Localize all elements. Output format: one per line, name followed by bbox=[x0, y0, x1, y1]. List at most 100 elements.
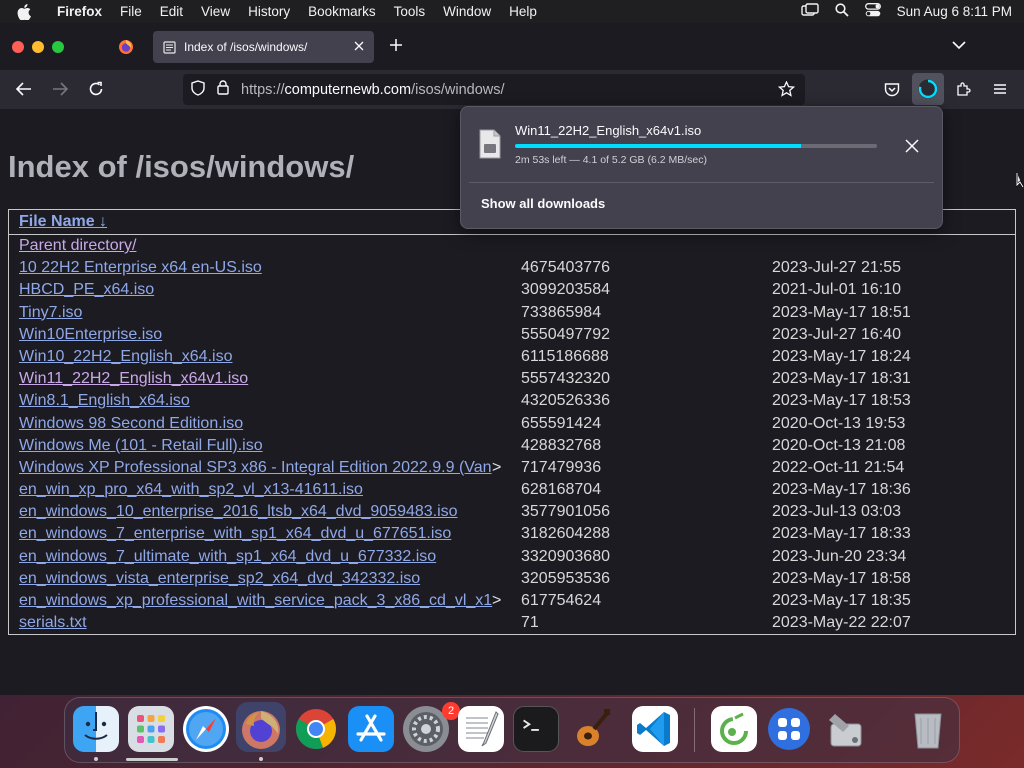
terminal-icon[interactable] bbox=[513, 706, 559, 752]
menu-bookmarks[interactable]: Bookmarks bbox=[299, 0, 385, 23]
screen-mirroring-icon[interactable] bbox=[800, 3, 819, 20]
bookmark-star-icon[interactable] bbox=[777, 80, 796, 101]
file-link[interactable]: 10 22H2 Enterprise x64 en-US.iso bbox=[19, 259, 501, 277]
table-row: Win11_22H2_English_x64v1.iso 5557432320 20… bbox=[9, 368, 1015, 390]
list-all-tabs-button[interactable] bbox=[952, 37, 974, 57]
sort-by-file-name-link[interactable]: File Name ↓ bbox=[19, 213, 107, 231]
tab-active[interactable]: Index of /isos/windows/ bbox=[153, 31, 374, 63]
menu-app-name[interactable]: Firefox bbox=[48, 0, 111, 23]
minimize-window-button[interactable] bbox=[32, 41, 44, 53]
download-progress-fill bbox=[515, 144, 801, 148]
forward-button[interactable] bbox=[48, 78, 72, 100]
macos-menu-bar: Firefox File Edit View History Bookmarks… bbox=[0, 0, 1024, 23]
spotlight-search-icon[interactable] bbox=[835, 3, 849, 20]
file-link[interactable]: Tiny7.iso bbox=[19, 304, 501, 322]
vscode-icon[interactable] bbox=[632, 706, 678, 752]
table-row: 10 22H2 Enterprise x64 en-US.iso 46754037… bbox=[9, 257, 1015, 279]
menu-file[interactable]: File bbox=[111, 0, 151, 23]
download-progress-icon bbox=[918, 79, 938, 99]
zoom-window-button[interactable] bbox=[52, 41, 64, 53]
launchpad-icon[interactable] bbox=[128, 706, 174, 752]
system-utility-icon[interactable] bbox=[823, 706, 869, 752]
downloads-panel: Win11_22H2_English_x64v1.iso 2m 53s left… bbox=[460, 106, 943, 229]
file-size: 4320526336 bbox=[521, 392, 610, 410]
file-link[interactable]: Windows XP Professional SP3 x86 - Integr… bbox=[19, 459, 501, 477]
download-file-name[interactable]: Win11_22H2_English_x64v1.iso bbox=[515, 123, 701, 138]
file-size: 628168704 bbox=[521, 481, 602, 499]
file-size: 3182604288 bbox=[521, 525, 610, 543]
downloads-button[interactable] bbox=[912, 73, 944, 105]
reload-button[interactable] bbox=[84, 78, 108, 100]
new-tab-button[interactable] bbox=[385, 35, 407, 57]
safari-icon[interactable] bbox=[183, 706, 229, 752]
file-link[interactable]: Windows Me (101 - Retail Full).iso bbox=[19, 437, 501, 455]
file-date: 2020-Oct-13 21:08 bbox=[772, 436, 906, 454]
close-tab-icon[interactable] bbox=[354, 40, 364, 54]
garageband-icon[interactable] bbox=[568, 706, 614, 752]
launchpad-scroll-indicator bbox=[126, 758, 178, 761]
file-link[interactable]: serials.txt bbox=[19, 614, 501, 632]
menu-help[interactable]: Help bbox=[500, 0, 546, 23]
file-date: 2023-May-17 18:24 bbox=[772, 347, 911, 365]
mouse-cursor-icon bbox=[1015, 172, 1024, 188]
tracking-protection-shield-icon[interactable] bbox=[191, 79, 205, 100]
file-link[interactable]: en_windows_7_enterprise_with_sp1_x64_dvd… bbox=[19, 525, 501, 543]
finder-running-indicator bbox=[94, 757, 98, 761]
app-store-icon[interactable] bbox=[348, 706, 394, 752]
url-text[interactable]: https://computernewb.com/isos/windows/ bbox=[241, 82, 505, 98]
file-link[interactable]: HBCD_PE_x64.iso bbox=[19, 281, 501, 299]
chevron-down-icon bbox=[952, 41, 966, 50]
file-link[interactable]: Win11_22H2_English_x64v1.iso bbox=[19, 370, 501, 388]
textedit-icon[interactable] bbox=[458, 706, 504, 752]
utility-app-icon[interactable] bbox=[711, 706, 757, 752]
macos-dock: 2 bbox=[64, 697, 960, 763]
file-link[interactable]: en_windows_7_ultimate_with_sp1_x64_dvd_u… bbox=[19, 548, 501, 566]
finder-icon[interactable] bbox=[73, 706, 119, 752]
close-window-button[interactable] bbox=[12, 41, 24, 53]
file-size: 6115186688 bbox=[521, 347, 609, 365]
menu-tools[interactable]: Tools bbox=[385, 0, 435, 23]
tab-strip: Index of /isos/windows/ bbox=[0, 23, 1024, 70]
menu-view[interactable]: View bbox=[192, 0, 239, 23]
menu-edit[interactable]: Edit bbox=[151, 0, 192, 23]
firefox-view-button[interactable] bbox=[112, 35, 140, 59]
url-scheme: https:// bbox=[241, 81, 285, 98]
trash-icon[interactable] bbox=[905, 706, 951, 752]
truncation-marker: > bbox=[492, 458, 502, 476]
menu-app-icon[interactable] bbox=[766, 706, 812, 752]
menu-window[interactable]: Window bbox=[434, 0, 500, 23]
chrome-icon[interactable] bbox=[293, 706, 339, 752]
menu-history[interactable]: History bbox=[239, 0, 299, 23]
file-link[interactable]: en_windows_10_enterprise_2016_ltsb_x64_d… bbox=[19, 503, 501, 521]
file-icon bbox=[479, 129, 501, 159]
url-bar[interactable]: https://computernewb.com/isos/windows/ bbox=[183, 74, 805, 105]
file-date: 2023-May-17 18:36 bbox=[772, 481, 911, 499]
app-menu-button[interactable] bbox=[988, 78, 1012, 100]
file-link[interactable]: en_windows_xp_professional_with_service_… bbox=[19, 592, 501, 610]
file-date: 2023-May-17 18:33 bbox=[772, 525, 911, 543]
file-link[interactable]: Win10Enterprise.iso bbox=[19, 326, 501, 344]
cancel-download-button[interactable] bbox=[901, 135, 923, 157]
reload-icon bbox=[89, 81, 103, 96]
menubar-clock[interactable]: Sun Aug 6 8:11 PM bbox=[897, 4, 1012, 19]
file-size: 655591424 bbox=[521, 414, 602, 432]
file-link[interactable]: Windows 98 Second Edition.iso bbox=[19, 415, 501, 433]
pocket-button[interactable] bbox=[880, 78, 904, 100]
file-link[interactable]: en_windows_vista_enterprise_sp2_x64_dvd_… bbox=[19, 570, 501, 588]
control-center-icon[interactable] bbox=[864, 3, 881, 20]
table-row: Win10Enterprise.iso 5550497792 2023-Jul-27… bbox=[9, 324, 1015, 346]
back-button[interactable] bbox=[12, 78, 36, 100]
show-all-downloads-button[interactable]: Show all downloads bbox=[481, 196, 605, 211]
table-row: Windows 98 Second Edition.iso 655591424 20… bbox=[9, 413, 1015, 435]
lock-icon[interactable] bbox=[217, 80, 229, 99]
apple-menu-icon[interactable] bbox=[0, 3, 48, 20]
file-link[interactable]: Win8.1_English_x64.iso bbox=[19, 392, 501, 410]
extensions-button[interactable] bbox=[952, 78, 976, 100]
file-link[interactable]: en_win_xp_pro_x64_with_sp2_vl_x13-41611.… bbox=[19, 481, 501, 499]
file-size: 5557432320 bbox=[521, 370, 610, 388]
parent-directory-link[interactable]: Parent directory/ bbox=[19, 237, 501, 255]
table-row: Win10_22H2_English_x64.iso 6115186688 2023… bbox=[9, 346, 1015, 368]
table-row: HBCD_PE_x64.iso 3099203584 2021-Jul-01 16:… bbox=[9, 279, 1015, 301]
file-link[interactable]: Win10_22H2_English_x64.iso bbox=[19, 348, 501, 366]
table-row: Windows Me (101 - Retail Full).iso 428832… bbox=[9, 435, 1015, 457]
